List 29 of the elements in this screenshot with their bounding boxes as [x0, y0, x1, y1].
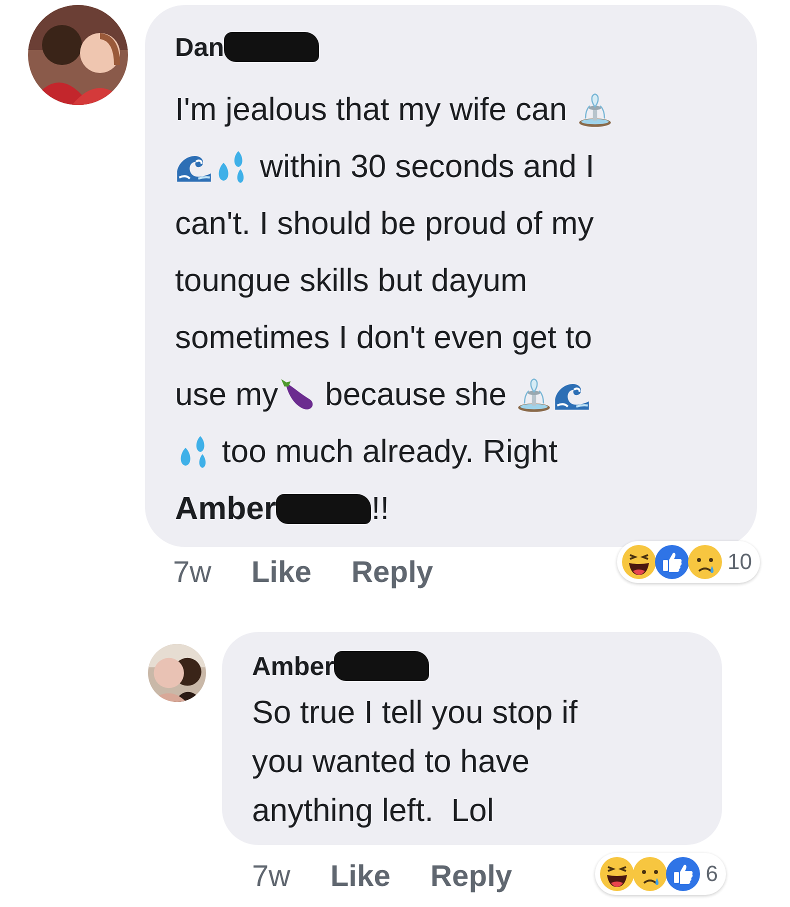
- comment-text: because she: [324, 376, 508, 413]
- action-link[interactable]: Like: [330, 860, 390, 894]
- action-link[interactable]: Like: [251, 556, 312, 590]
- author-name[interactable]: Amber: [252, 650, 334, 682]
- comment-text: anything left. Lol: [252, 792, 494, 829]
- comment-text: too much already. Right: [220, 433, 558, 470]
- comment-text: can't. I should be proud of my: [175, 205, 594, 242]
- author-name[interactable]: Dan: [175, 32, 224, 62]
- timestamp[interactable]: 7w: [252, 860, 290, 894]
- sad-face-icon: [632, 856, 668, 892]
- laughing-face-icon: [598, 856, 635, 892]
- comment-text: So true I tell you stop if: [252, 694, 578, 731]
- thumbs-up-icon: [664, 856, 701, 892]
- mention-link[interactable]: Amber: [175, 490, 276, 527]
- comment-text: within 30 seconds and I: [258, 148, 594, 185]
- reactions-badge[interactable]: 10: [616, 541, 760, 583]
- timestamp[interactable]: 7w: [173, 556, 212, 590]
- thumbs-up-icon: [654, 544, 690, 580]
- action-link[interactable]: Reply: [430, 860, 512, 894]
- comment-text: !!: [371, 490, 390, 527]
- comment-text: you wanted to have: [252, 743, 530, 780]
- comment-text: sometimes I don't even get to: [175, 319, 592, 356]
- comment-text: I'm jealous that my wife can: [175, 91, 568, 128]
- sad-face-icon: [686, 544, 723, 580]
- action-link[interactable]: Reply: [351, 556, 434, 590]
- reactions-badge[interactable]: 6: [594, 853, 726, 895]
- comment-text: use my: [175, 376, 278, 413]
- laughing-face-icon: [620, 544, 657, 580]
- comment-text: toungue skills but dayum: [175, 262, 528, 299]
